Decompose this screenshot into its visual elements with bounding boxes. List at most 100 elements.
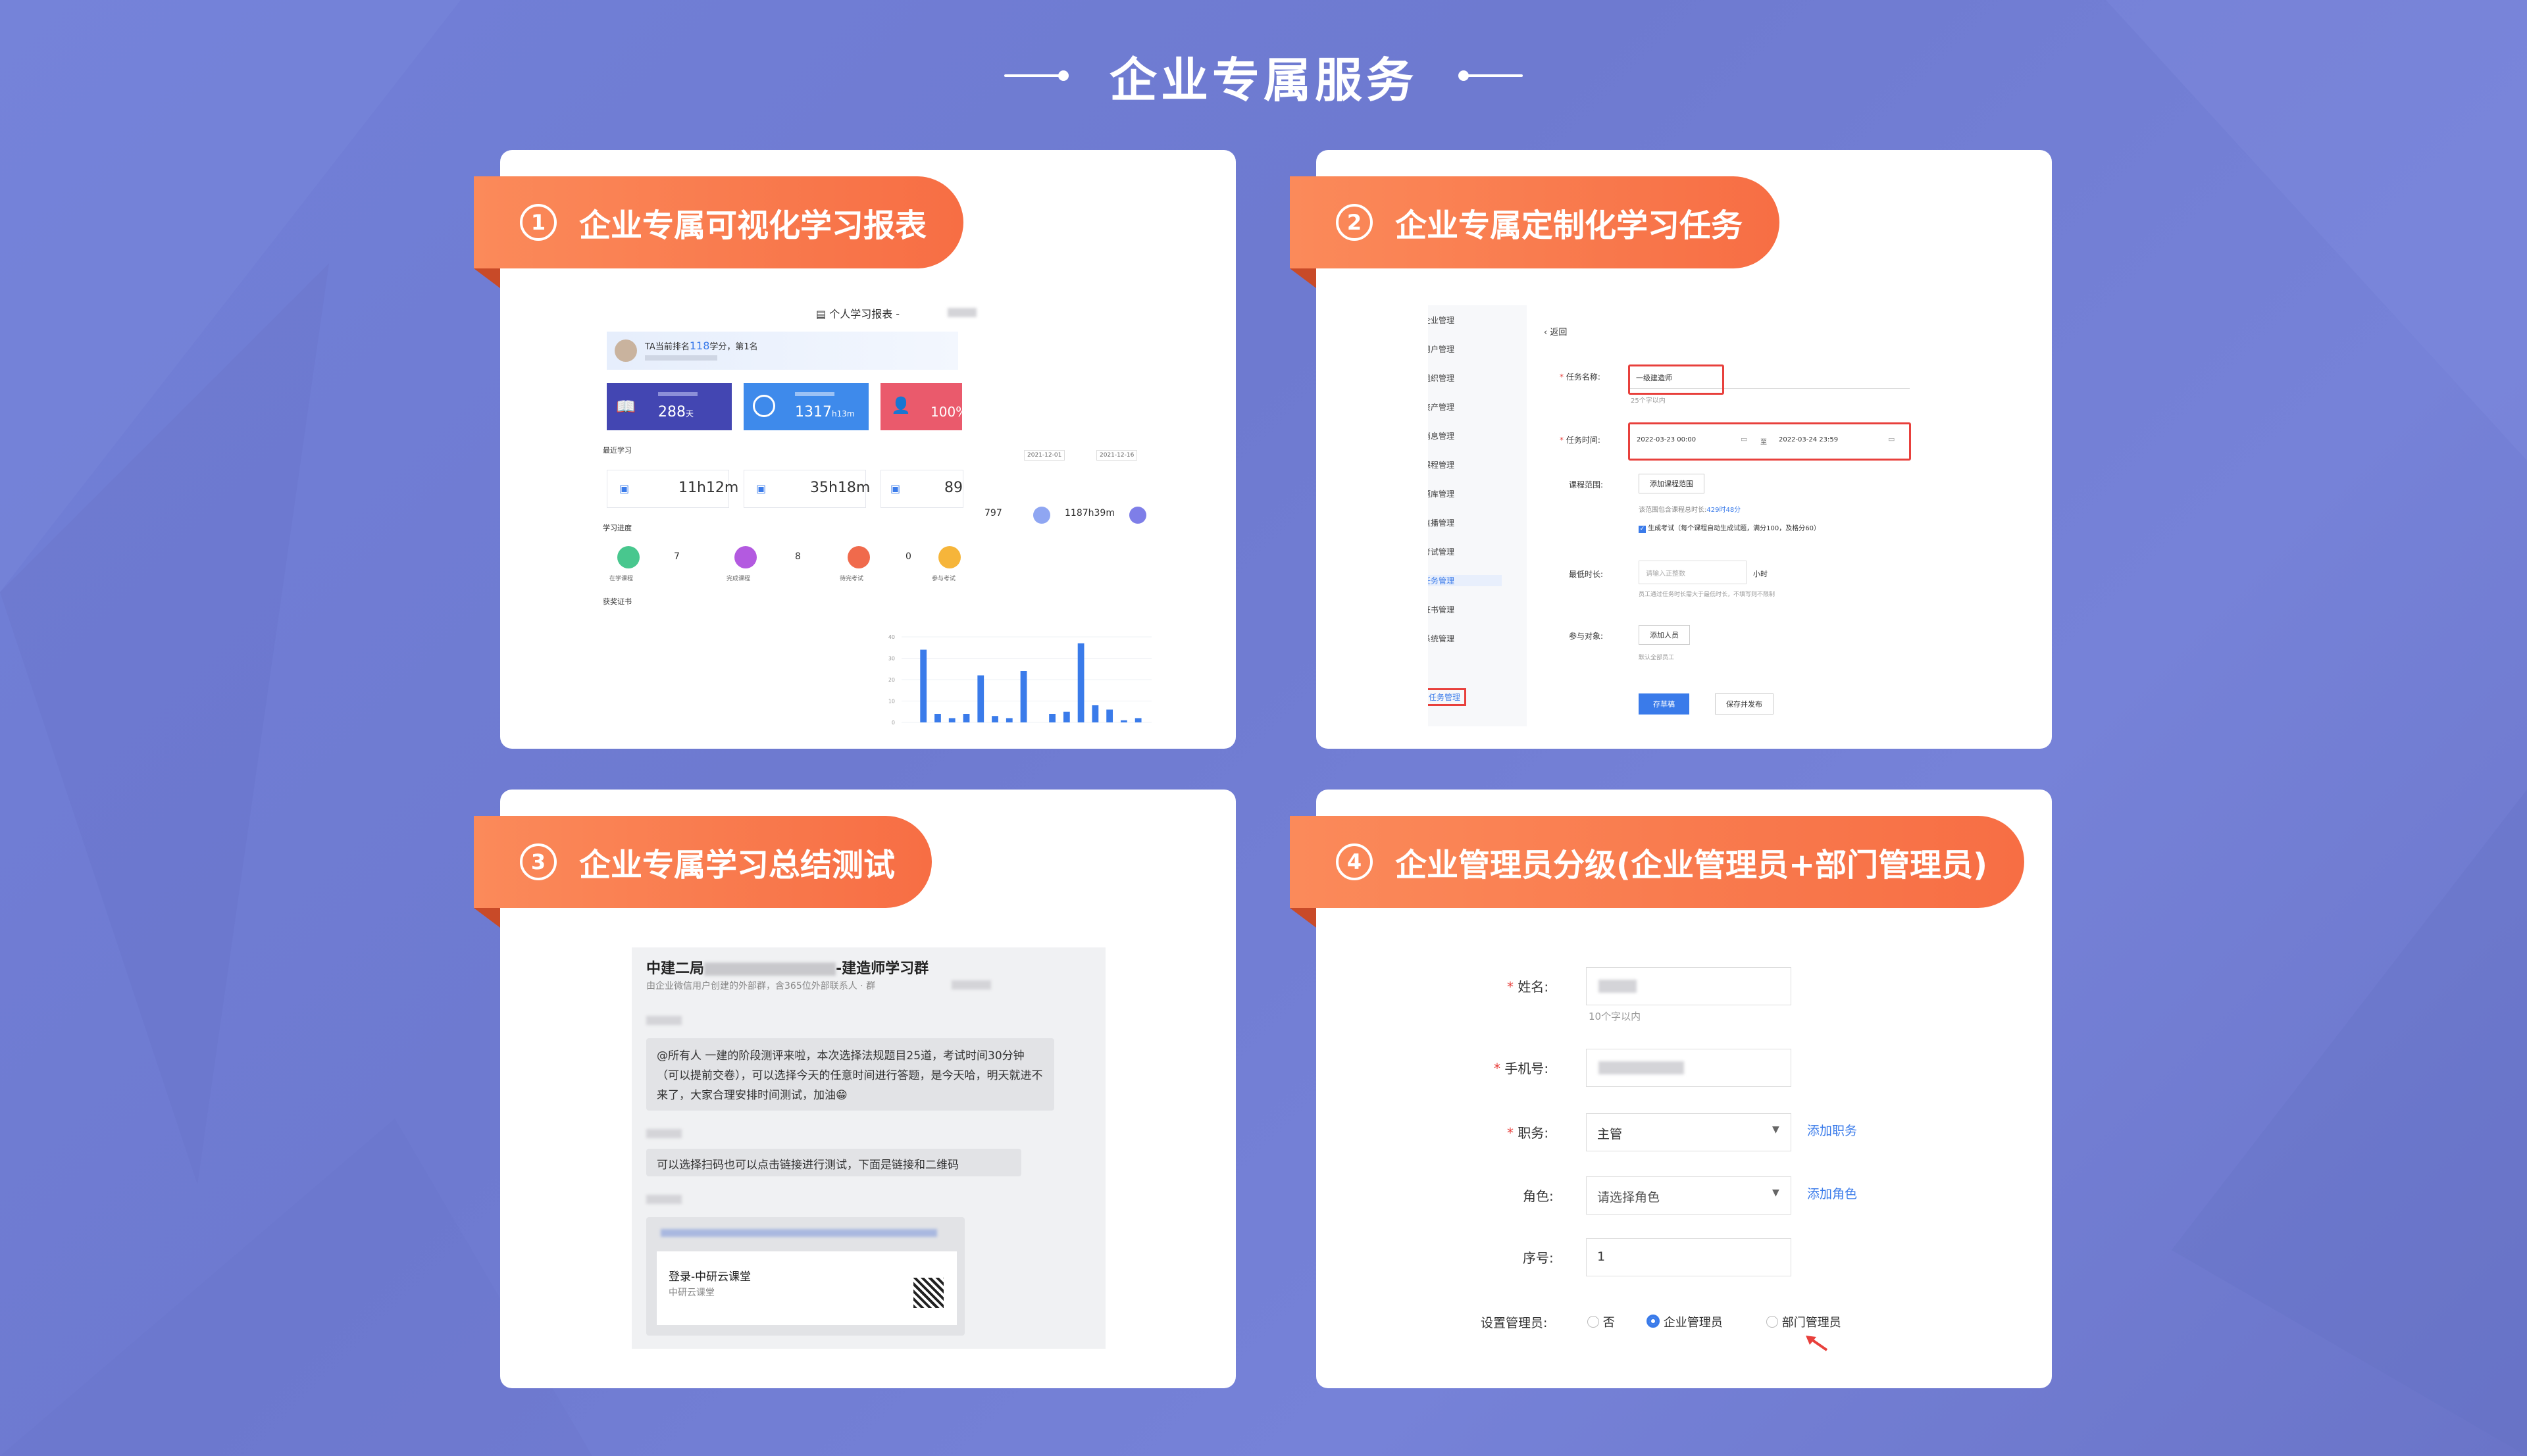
chart-bar (963, 714, 970, 722)
report-icon: ▤ (816, 308, 827, 320)
role-select[interactable]: 主管 ▼ (1586, 1113, 1791, 1151)
task-name-input[interactable]: 一级建造师 (1628, 364, 1910, 395)
join-icon (938, 546, 961, 568)
min-unit: 小时 (1753, 570, 1768, 578)
add-scope-button[interactable]: 添加课程范围 (1639, 474, 1704, 493)
blurred-sender (646, 1129, 682, 1138)
sidebar-item[interactable]: 资产管理 (1428, 401, 1454, 413)
radio-enterprise[interactable]: 企业管理员 (1646, 1313, 1723, 1330)
opt-no-text: 否 (1602, 1316, 1615, 1330)
prog-value-1: 7 (674, 551, 680, 562)
page-title: 企业专属服务 (1109, 52, 1417, 108)
rank-text: TA当前排名118学分，第1名 (645, 339, 758, 352)
add-char-link[interactable]: 添加角色 (1807, 1184, 1857, 1202)
opt-dept-text: 部门管理员 (1781, 1316, 1841, 1330)
week-card: ▣ 35h18m (744, 470, 870, 508)
chart-bar (992, 716, 998, 722)
right-value-2: 1187h39m (1065, 508, 1115, 518)
chart-bar (948, 718, 956, 722)
add-role-link[interactable]: 添加职务 (1807, 1121, 1857, 1139)
clock-icon (1033, 507, 1050, 524)
time-label: * 任务时间: (1560, 436, 1600, 445)
month-card: ▣ 89 (881, 470, 963, 508)
save-draft-button[interactable]: 存草稿 (1639, 693, 1689, 715)
order-value: 1 (1597, 1249, 1606, 1264)
calendar-icon: ▣ (619, 482, 630, 495)
message-2: 可以选择扫码也可以点击链接进行测试，下面是链接和二维码 (657, 1159, 959, 1172)
exam-check-text: 生成考试（每个课程自动生成试题，满分100，及格分60） (1648, 525, 1820, 532)
link-title: 登录-中研云课堂 (669, 1270, 752, 1284)
book-icon: 📖 (616, 397, 636, 416)
sidebar-item[interactable]: 题库管理 (1428, 488, 1454, 499)
exam-icon (848, 546, 870, 568)
stat1-unit: 天 (686, 409, 694, 418)
prog-value-2: 8 (795, 551, 801, 562)
y-tick-label: 0 (892, 720, 895, 726)
card-learning-report: 1 企业专属可视化学习报表 ▤ 个人学习报表 - TA当前排名118学分，第1名… (474, 150, 1236, 749)
back-link[interactable]: ‹ 返回 (1544, 325, 1567, 338)
blurred-name (1598, 980, 1637, 993)
radio-no[interactable]: 否 (1587, 1313, 1615, 1330)
char-select[interactable]: 请选择角色 ▼ (1586, 1176, 1791, 1215)
prog-label-2: 完成课程 (727, 576, 751, 582)
order-label: 序号: (1523, 1250, 1554, 1266)
rank-a: TA当前排名 (645, 342, 690, 352)
sidebar-item[interactable]: 证书管理 (1428, 604, 1454, 615)
tab-fold (474, 268, 500, 288)
sidebar-item[interactable]: 组织管理 (1428, 372, 1454, 384)
month-value: 89 (944, 480, 963, 496)
report-screenshot: ▤ 个人学习报表 - TA当前排名118学分，第1名 📖 288天 1317h1… (586, 301, 1152, 736)
min-duration-input[interactable]: 请输入正整数 (1639, 561, 1747, 584)
stat-label (795, 392, 834, 396)
min-placeholder: 请输入正整数 (1646, 570, 1685, 578)
progress-label: 学习进度 (603, 524, 632, 532)
link-card[interactable]: 登录-中研云课堂 中研云课堂 (646, 1217, 965, 1336)
name-label-text: 姓名: (1518, 979, 1549, 995)
order-input[interactable]: 1 (1586, 1238, 1791, 1276)
tab-number: 3 (520, 843, 557, 880)
chart-bar (1121, 720, 1127, 722)
stat-card-days: 📖 288天 (607, 383, 732, 430)
link-preview: 登录-中研云课堂 中研云课堂 (657, 1251, 957, 1325)
blurred-group (704, 963, 836, 976)
emoji-icon: 😁 (836, 1089, 848, 1102)
sidebar-item[interactable]: 考试管理 (1428, 546, 1454, 557)
group-subtitle: 由企业微信用户创建的外部群，含365位外部联系人 · 群 (646, 981, 876, 992)
phone-input[interactable] (1586, 1049, 1791, 1087)
sidebar-item[interactable]: 系统管理 (1428, 633, 1454, 644)
recent-label: 最近学习 (603, 446, 632, 455)
sidebar-item[interactable]: 课程管理 (1428, 459, 1454, 470)
chart-bar (1020, 671, 1027, 722)
user-icon: 👤 (891, 396, 911, 414)
rank-b: 学分，第 (709, 342, 744, 352)
sidebar-item[interactable]: 任务管理 (1428, 575, 1502, 586)
task-time-range[interactable]: 2022-03-23 00:00 ▭ 至 2022-03-24 23:59 ▭ (1628, 422, 1911, 461)
sidebar-item[interactable]: 任务管理 (1428, 688, 1467, 706)
rank-sub (645, 355, 717, 361)
tab-number: 4 (1336, 843, 1373, 880)
radio-department[interactable]: 部门管理员 (1766, 1313, 1841, 1330)
min-hint: 员工通过任务时长需大于最低时长，不填写则不限制 (1639, 591, 1775, 598)
add-people-button[interactable]: 添加人员 (1639, 625, 1690, 645)
task-screenshot: 企业管理用户管理组织管理资产管理消息管理课程管理题库管理直播管理考试管理任务管理… (1428, 305, 1948, 726)
blurred-text (952, 980, 991, 990)
save-publish-button[interactable]: 保存并发布 (1715, 693, 1774, 715)
page-header: 企业专属服务 (0, 39, 2527, 112)
task-name-value: 一级建造师 (1636, 374, 1672, 382)
calendar-icon: ▭ (1741, 435, 1748, 443)
tab-number: 1 (520, 204, 557, 241)
complete-icon (734, 546, 757, 568)
sidebar-item[interactable]: 企业管理 (1428, 314, 1454, 326)
group-suffix: -建造师学习群 (836, 961, 929, 977)
sidebar-item[interactable]: 消息管理 (1428, 430, 1454, 441)
prog-label-3: 待完考试 (840, 576, 864, 582)
exam-checkbox[interactable]: ✓ 生成考试（每个课程自动生成试题，满分100，及格分60） (1639, 522, 1820, 533)
sidebar-item[interactable]: 直播管理 (1428, 517, 1454, 528)
sidebar-item[interactable]: 用户管理 (1428, 343, 1454, 355)
chart-bar (1092, 705, 1099, 722)
name-input[interactable] (1586, 967, 1791, 1005)
calendar-icon: ▭ (1888, 435, 1895, 443)
prog-label-4: 参与考试 (932, 576, 956, 582)
card-tab: 4 企业管理员分级(企业管理员+部门管理员) (1290, 816, 2025, 908)
admin-form: * 姓名: 10个字以内 * 手机号: * 职务: 主管 ▼ 添加职务 角色: … (1474, 947, 1922, 1355)
